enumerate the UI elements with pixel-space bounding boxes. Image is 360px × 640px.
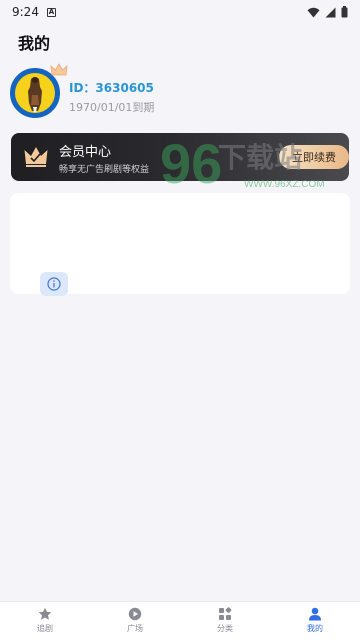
- person-icon: [309, 607, 321, 621]
- nav-label-follow: 追剧: [37, 624, 53, 633]
- category-icon: [219, 607, 232, 620]
- crown-badge-icon: [50, 63, 68, 76]
- nav-item-mine[interactable]: 我的: [270, 602, 360, 640]
- nav-label-plaza: 广场: [127, 624, 143, 633]
- notification-icon: A: [46, 7, 56, 17]
- info-icon: [47, 277, 61, 291]
- signal-icon: [325, 7, 336, 17]
- nav-item-plaza[interactable]: 广场: [90, 602, 180, 640]
- vip-center-card[interactable]: 会员中心 畅享无广告刷剧等权益 立即续费: [11, 133, 349, 181]
- wifi-icon: [307, 7, 320, 17]
- status-time: 9:24: [12, 5, 39, 19]
- status-right: [307, 6, 348, 18]
- vip-crown-icon: [24, 147, 48, 167]
- status-left: 9:24 A: [12, 5, 56, 19]
- battery-icon: [341, 6, 348, 18]
- nav-item-follow[interactable]: 追剧: [0, 602, 90, 640]
- avatar[interactable]: [10, 63, 68, 120]
- nav-item-category[interactable]: 分类: [180, 602, 270, 640]
- nav-label-mine: 我的: [307, 624, 323, 633]
- nav-label-category: 分类: [217, 624, 233, 633]
- membership-expire-date: 1970/01/01到期: [69, 101, 155, 114]
- status-bar: 9:24 A: [0, 0, 360, 24]
- page-title: 我的: [18, 34, 51, 53]
- vip-subtitle: 畅享无广告刷剧等权益: [59, 165, 150, 175]
- info-button[interactable]: [40, 272, 68, 296]
- star-icon: [38, 607, 52, 620]
- user-id: ID：3630605: [69, 81, 154, 95]
- vip-title: 会员中心: [59, 145, 112, 160]
- renew-now-button[interactable]: 立即续费: [279, 145, 349, 169]
- profile-section[interactable]: ID：3630605 1970/01/01到期: [10, 63, 350, 122]
- play-icon: [128, 607, 142, 621]
- bottom-nav: 追剧 广场 分类 我的: [0, 601, 360, 640]
